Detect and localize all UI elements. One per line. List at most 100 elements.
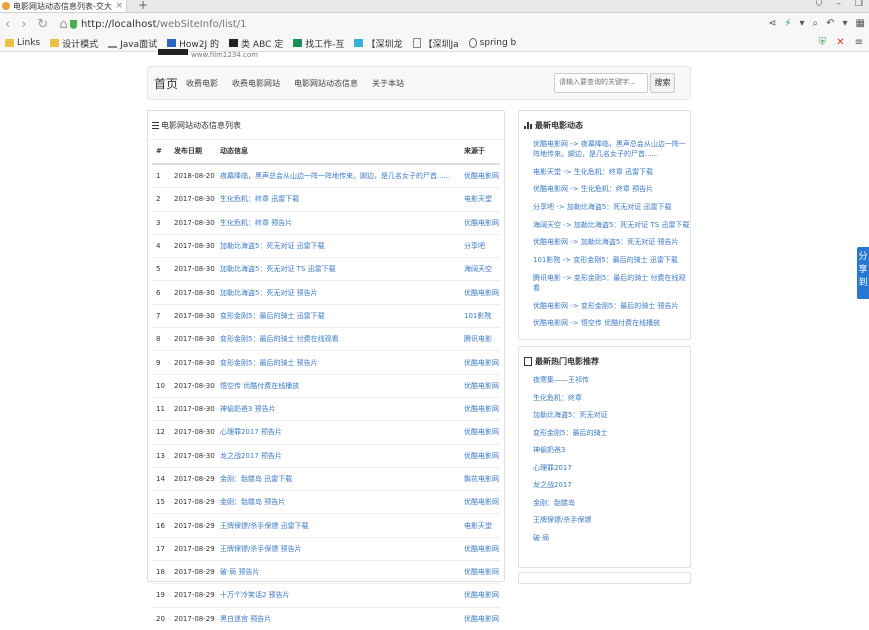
new-tab-button[interactable]: +	[138, 0, 148, 12]
hot-movie-item[interactable]: 变形金刚5：最后的骑士	[533, 428, 690, 438]
row-source-link[interactable]: 海阔天空	[463, 257, 500, 281]
bookmark-design-patterns[interactable]: 设计模式	[50, 37, 98, 50]
row-source-link[interactable]: 优酷电影网	[463, 373, 500, 398]
row-source-link[interactable]: 腾讯电影	[463, 327, 500, 351]
minimize-icon[interactable]: –	[836, 0, 841, 9]
chevron-down-icon[interactable]: ▾	[843, 18, 848, 29]
row-source-link[interactable]: 优酷电影网	[463, 210, 500, 235]
latest-item[interactable]: 分享吧 -> 加勒比海盗5：死无对证 迅雷下载	[533, 202, 690, 212]
lightning-icon[interactable]: ⚡	[784, 18, 791, 29]
hot-movie-item[interactable]: 神偷奶爸3	[533, 445, 690, 455]
row-info-link[interactable]: 金刚：骷髅岛 迅雷下载	[219, 466, 463, 491]
chevron-down-icon[interactable]: ▾	[799, 18, 804, 29]
row-info-link[interactable]: 黑白迷宫 预告片	[219, 606, 463, 630]
row-info-link[interactable]: 神偷奶爸3 预告片	[219, 396, 463, 421]
row-info-link[interactable]: 加勒比海盗5：死无对证 预告片	[219, 280, 463, 305]
table-row: 14 2017-08-29 金刚：骷髅岛 迅雷下载 飘花电影网	[152, 466, 500, 491]
row-info-link[interactable]: 生化危机：终章 预告片	[219, 210, 463, 235]
row-source-link[interactable]: 优酷电影网	[463, 163, 500, 188]
row-source-link[interactable]: 优酷电影网	[463, 536, 500, 561]
row-source-link[interactable]: 优酷电影网	[463, 280, 500, 305]
row-info-link[interactable]: 悟空传 优酷付费在线播放	[219, 373, 463, 398]
close-icon[interactable]: ✕	[836, 37, 844, 48]
row-info-link[interactable]: 金刚：骷髅岛 预告片	[219, 490, 463, 514]
latest-item[interactable]: 优酷电影网 -> 生化危机：终章 预告片	[533, 184, 690, 194]
row-info-link[interactable]: 十万个冷笑话2 预告片	[219, 583, 463, 608]
hot-movie-item[interactable]: 生化危机：终章	[533, 393, 690, 403]
nav-site-news[interactable]: 电影网站动态信息	[294, 78, 358, 89]
latest-item[interactable]: 优酷电影网 -> 悟空传 优酷付费在线播放	[533, 318, 690, 328]
hot-movie-item[interactable]: 加勒比海盗5：死无对证	[533, 410, 690, 420]
row-info-link[interactable]: 加勒比海盗5：死无对证 迅雷下载	[219, 233, 463, 258]
hot-movie-item[interactable]: 夜寒集——王祁传	[533, 375, 690, 385]
hot-movie-item[interactable]: 金刚：骷髅岛	[533, 498, 690, 508]
bookmark-how2j[interactable]: How2J 的	[167, 37, 219, 50]
nav-home[interactable]: 首页	[154, 75, 178, 92]
browser-tab[interactable]: 电影网站动态信息列表-交大传习阁 ×	[0, 0, 127, 12]
hot-movie-item[interactable]: 王牌保镖/杀手保镖	[533, 515, 690, 525]
refresh-icon[interactable]: ↻	[37, 17, 48, 32]
row-source-link[interactable]: 优酷电影网	[463, 396, 500, 421]
row-info-link[interactable]: 变形金刚5：最后的骑士 预告片	[219, 350, 463, 375]
row-source-link[interactable]: 优酷电影网	[463, 583, 500, 608]
row-source-link[interactable]: 优酷电影网	[463, 350, 500, 375]
latest-item[interactable]: 海阔天空 -> 加勒比海盗5：死无对证 TS 迅雷下载	[533, 220, 690, 230]
undo-icon[interactable]: ↶	[826, 18, 834, 29]
latest-item[interactable]: 优酷电影网 -> 变形金刚5：最后的骑士 预告片	[533, 301, 690, 311]
row-source-link[interactable]: 优酷电影网	[463, 420, 500, 445]
bookmark-java-interview[interactable]: Java面试	[108, 37, 157, 50]
hot-movie-item[interactable]: 龙之战2017	[533, 480, 690, 490]
row-info-link[interactable]: 心理罪2017 预告片	[219, 420, 463, 445]
row-info-link[interactable]: 加勒比海盗5：死无对证 TS 迅雷下载	[219, 257, 463, 281]
row-source-link[interactable]: 飘花电影网	[463, 466, 500, 491]
search-button[interactable]: 搜索	[650, 73, 675, 93]
back-icon[interactable]: ‹	[5, 17, 10, 32]
bookmark-job[interactable]: 找工作-互	[293, 37, 344, 50]
row-info-link[interactable]: 王牌保镖/杀手保镖 迅雷下载	[219, 513, 463, 538]
row-source-link[interactable]: 分享吧	[463, 233, 500, 258]
row-info-link[interactable]: 夜幕降临，黑声总会从山边一阵一阵地传来。脚边，是几名女子的尸首......	[219, 163, 463, 188]
row-source-link[interactable]: 电影天堂	[463, 513, 500, 538]
shirt-icon[interactable]: ⛉	[816, 0, 823, 9]
url-field[interactable]: http://localhost/webSiteInfo/list/1	[70, 16, 798, 32]
row-source-link[interactable]: 101影院	[463, 303, 500, 328]
col-index: #	[152, 139, 173, 165]
row-source-link[interactable]: 优酷电影网	[463, 560, 500, 584]
row-info-link[interactable]: 王牌保镖/杀手保镖 预告片	[219, 536, 463, 561]
row-info-link[interactable]: 变形金刚5：最后的骑士 迅雷下载	[219, 303, 463, 328]
nav-paid-movies[interactable]: 收费电影	[186, 78, 218, 89]
latest-item[interactable]: 优酷电影网 -> 夜幕降临，黑声总会从山边一阵一阵地传来。脚边，是几名女子的尸首…	[533, 139, 690, 159]
row-source-link[interactable]: 优酷电影网	[463, 606, 500, 630]
share-widget[interactable]: 分享到	[857, 247, 869, 299]
row-info-link[interactable]: 生化危机：终章 迅雷下载	[219, 187, 463, 212]
bookmark-spring[interactable]: spring b	[468, 38, 516, 48]
search-input[interactable]	[555, 74, 649, 90]
row-info-link[interactable]: 破·局 预告片	[219, 560, 463, 584]
menu-icon[interactable]: ≡	[855, 37, 863, 48]
row-source-link[interactable]: 电影天堂	[463, 187, 500, 212]
latest-item[interactable]: 优酷电影网 -> 加勒比海盗5：死无对证 预告片	[533, 237, 690, 247]
bookmark-shenzhen-long[interactable]: 【深圳龙	[354, 37, 403, 50]
row-source-link[interactable]: 优酷电影网	[463, 443, 500, 468]
search-icon[interactable]: ⌕	[813, 18, 819, 29]
share-icon[interactable]: ⋖	[768, 18, 776, 29]
home-icon[interactable]: ⌂	[59, 17, 67, 32]
hot-movie-item[interactable]: 破·局	[533, 533, 690, 543]
hot-movie-item[interactable]: 心理罪2017	[533, 463, 690, 473]
forward-icon[interactable]: ›	[21, 17, 26, 32]
bookmark-shenzhen-java[interactable]: 【深圳Ja	[412, 37, 459, 50]
grid-icon[interactable]: ▦	[856, 18, 865, 29]
row-info-link[interactable]: 变形金刚5：最后的骑士 付费在线观看	[219, 327, 463, 351]
bookmark-links[interactable]: Links	[5, 38, 40, 48]
row-source-link[interactable]: 优酷电影网	[463, 490, 500, 514]
latest-item[interactable]: 腾讯电影 -> 变形金刚5：最后的骑士 付费在线观看	[533, 273, 690, 293]
shield-icon[interactable]: ⛨	[819, 37, 827, 48]
nav-paid-movie-sites[interactable]: 收费电影网站	[232, 78, 280, 89]
restore-icon[interactable]: ❐	[855, 0, 863, 9]
nav-about[interactable]: 关于本站	[372, 78, 404, 89]
bookmark-abc[interactable]: 类 ABC 定	[229, 37, 283, 50]
close-tab-icon[interactable]: ×	[112, 1, 126, 11]
latest-item[interactable]: 101影院 -> 变形金刚5：最后的骑士 迅雷下载	[533, 255, 690, 265]
row-info-link[interactable]: 龙之战2017 预告片	[219, 443, 463, 468]
latest-item[interactable]: 电影天堂 -> 生化危机：终章 迅雷下载	[533, 167, 690, 177]
